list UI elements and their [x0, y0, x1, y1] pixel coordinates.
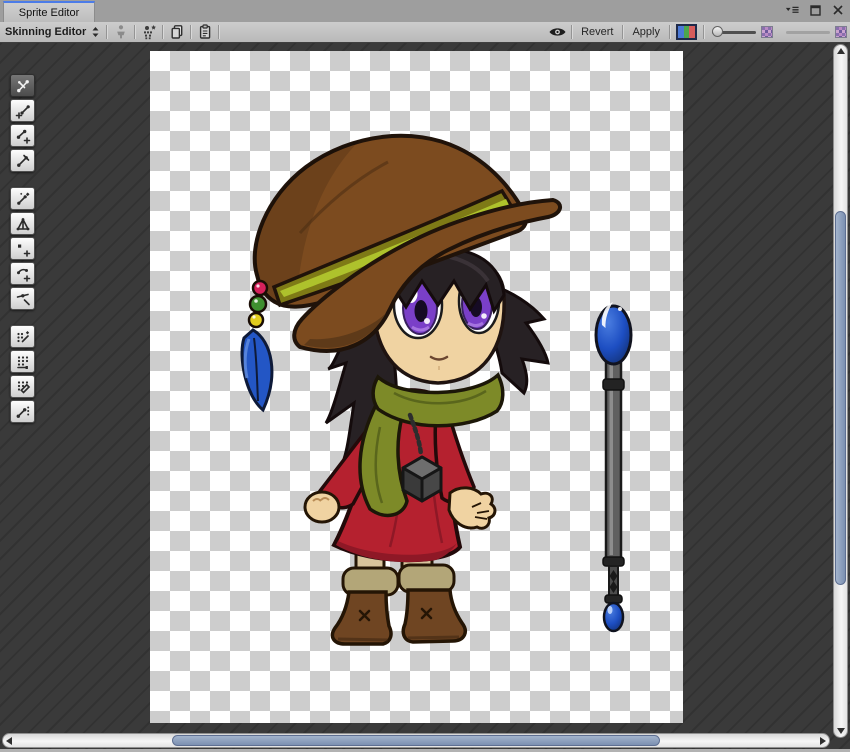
- bone-influence-icon[interactable]: [10, 400, 35, 423]
- scroll-left-arrow-icon[interactable]: [6, 737, 12, 745]
- horizontal-scrollbar: [2, 733, 830, 748]
- rgb-channels-icon[interactable]: [676, 24, 697, 40]
- weight-slider-icon[interactable]: [10, 350, 35, 373]
- close-icon[interactable]: [831, 4, 845, 16]
- tab-title: Sprite Editor: [19, 7, 80, 19]
- character-mode-icon[interactable]: [135, 23, 162, 42]
- sprite-editor-window: Sprite Editor Skinning Editor: [0, 0, 850, 752]
- mip-level-slider[interactable]: [786, 31, 830, 34]
- horizontal-scrollbar-thumb[interactable]: [172, 735, 661, 746]
- dropdown-arrows-icon: [91, 26, 100, 38]
- create-vertex-icon[interactable]: [10, 237, 35, 260]
- split-edge-icon[interactable]: [10, 287, 35, 310]
- vertical-scrollbar: [833, 44, 848, 738]
- paste-icon[interactable]: [191, 23, 218, 42]
- revert-button[interactable]: Revert: [572, 23, 622, 42]
- toolbar-separator: [669, 25, 670, 39]
- auto-weights-icon[interactable]: [10, 325, 35, 348]
- window-menu-icon[interactable]: [785, 4, 799, 16]
- toolbar-separator: [703, 25, 704, 39]
- edit-geometry-icon[interactable]: [10, 212, 35, 235]
- toolbar: Skinning Editor Revert: [0, 22, 850, 43]
- maximize-icon[interactable]: [808, 4, 822, 16]
- scroll-right-arrow-icon[interactable]: [820, 737, 826, 745]
- auto-geometry-icon[interactable]: [10, 187, 35, 210]
- skinning-tool-column: [10, 74, 35, 425]
- eye-icon[interactable]: [544, 23, 571, 42]
- copy-icon[interactable]: [163, 23, 190, 42]
- mipmap-icon: [835, 26, 847, 38]
- weight-brush-icon[interactable]: [10, 375, 35, 398]
- create-edge-icon[interactable]: [10, 262, 35, 285]
- edit-joints-icon[interactable]: [10, 99, 35, 122]
- editor-viewport: [0, 43, 850, 752]
- apply-button[interactable]: Apply: [623, 23, 669, 42]
- unity-cube-pendant: [403, 457, 441, 501]
- skinning-mode-dropdown[interactable]: Skinning Editor: [0, 22, 106, 42]
- toolbar-right-group: Revert Apply: [544, 22, 850, 42]
- scroll-down-arrow-icon[interactable]: [837, 728, 845, 734]
- window-controls: [785, 4, 845, 16]
- create-bone-icon[interactable]: [10, 124, 35, 147]
- staff-sprite: [596, 302, 631, 631]
- zoom-slider[interactable]: [712, 31, 756, 34]
- sprite-canvas[interactable]: [150, 51, 683, 723]
- titlebar: Sprite Editor: [0, 0, 850, 22]
- character-sprite: [242, 136, 560, 644]
- zoom-slider-handle[interactable]: [712, 26, 723, 37]
- skinning-mode-label: Skinning Editor: [5, 26, 86, 38]
- toolbar-separator: [218, 25, 219, 39]
- tab-sprite-editor[interactable]: Sprite Editor: [3, 1, 95, 22]
- preview-pose-icon[interactable]: [10, 74, 35, 97]
- texture-preview-icon: [761, 26, 773, 38]
- split-bone-icon[interactable]: [10, 149, 35, 172]
- bind-pose-person-icon[interactable]: [107, 23, 134, 42]
- vertical-scrollbar-thumb[interactable]: [835, 211, 846, 586]
- scroll-up-arrow-icon[interactable]: [837, 48, 845, 54]
- sprite-artwork: [150, 51, 683, 723]
